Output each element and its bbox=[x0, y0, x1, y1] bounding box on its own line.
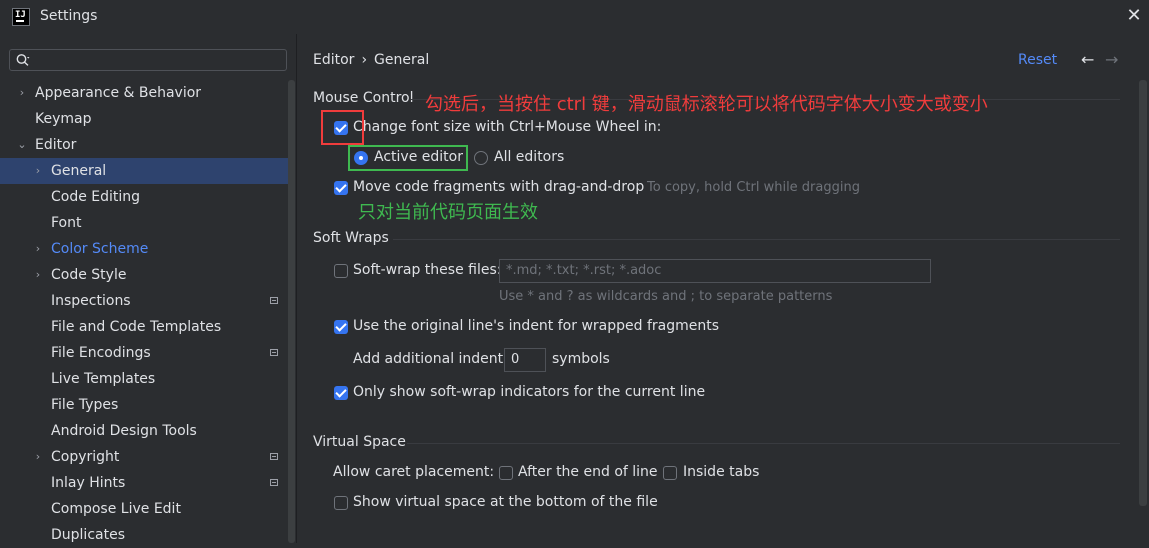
soft-wrap-files-checkbox[interactable] bbox=[334, 264, 348, 278]
sidebar-item-code-style[interactable]: › Code Style bbox=[0, 262, 288, 288]
breadcrumb-item-editor[interactable]: Editor bbox=[313, 52, 354, 68]
sidebar-item-live-templates[interactable]: Live Templates bbox=[0, 366, 288, 392]
project-level-icon bbox=[270, 453, 278, 460]
sidebar-item-copyright[interactable]: › Copyright bbox=[0, 444, 288, 470]
sidebar-item-keymap[interactable]: Keymap bbox=[0, 106, 288, 132]
inside-tabs-checkbox[interactable] bbox=[663, 466, 677, 480]
move-fragments-label[interactable]: Move code fragments with drag-and-drop bbox=[353, 179, 644, 195]
show-virtual-space-checkbox[interactable] bbox=[334, 496, 348, 510]
use-original-indent-checkbox[interactable] bbox=[334, 320, 348, 334]
sidebar-item-label: File Types bbox=[51, 397, 119, 413]
sidebar: › Appearance & Behavior Keymap ⌄ Editor … bbox=[0, 34, 297, 543]
sidebar-item-font[interactable]: Font bbox=[0, 210, 288, 236]
all-editors-label[interactable]: All editors bbox=[494, 149, 564, 165]
sidebar-item-label: Live Templates bbox=[51, 371, 156, 387]
sidebar-item-code-editing[interactable]: Code Editing bbox=[0, 184, 288, 210]
only-show-indicators-label[interactable]: Only show soft-wrap indicators for the c… bbox=[353, 384, 705, 400]
sidebar-item-file-encodings[interactable]: File Encodings bbox=[0, 340, 288, 366]
sidebar-item-editor[interactable]: ⌄ Editor bbox=[0, 132, 288, 158]
annotation-red-note: 勾选后，当按住 ctrl 键，滑动鼠标滚轮可以将代码字体大小变大或变小 bbox=[425, 94, 988, 115]
sidebar-item-label: Compose Live Edit bbox=[51, 501, 181, 517]
sidebar-item-label: Duplicates bbox=[51, 527, 125, 543]
sidebar-item-file-types[interactable]: File Types bbox=[0, 392, 288, 418]
window-title: Settings bbox=[40, 8, 98, 24]
sidebar-item-label: Android Design Tools bbox=[51, 423, 197, 439]
sidebar-item-compose-live-edit[interactable]: Compose Live Edit bbox=[0, 496, 288, 522]
sidebar-item-label: Code Editing bbox=[51, 189, 141, 205]
section-title-virtual-space: Virtual Space bbox=[313, 434, 406, 450]
annotation-green-note: 只对当前代码页面生效 bbox=[358, 202, 538, 223]
project-level-icon bbox=[270, 349, 278, 356]
breadcrumb-separator: › bbox=[361, 52, 368, 68]
change-font-size-label[interactable]: Change font size with Ctrl+Mouse Wheel i… bbox=[353, 119, 661, 135]
use-original-indent-label[interactable]: Use the original line's indent for wrapp… bbox=[353, 318, 719, 334]
add-indent-label: Add additional indent: bbox=[353, 351, 508, 367]
close-icon[interactable]: ✕ bbox=[1124, 6, 1144, 26]
sidebar-item-color-scheme[interactable]: › Color Scheme bbox=[0, 236, 288, 262]
chevron-right-icon[interactable]: › bbox=[32, 262, 44, 288]
reset-link[interactable]: Reset bbox=[1018, 52, 1057, 68]
sidebar-item-label: Keymap bbox=[35, 111, 92, 127]
sidebar-item-label: File and Code Templates bbox=[51, 319, 222, 335]
soft-wrap-files-placeholder: *.md; *.txt; *.rst; *.adoc bbox=[506, 263, 662, 278]
section-title-mouse-control: Mouse Control bbox=[313, 90, 414, 106]
soft-wrap-files-label[interactable]: Soft-wrap these files: bbox=[353, 262, 501, 278]
wildcard-hint: Use * and ? as wildcards and ; to separa… bbox=[499, 289, 833, 304]
move-fragments-hint: To copy, hold Ctrl while dragging bbox=[647, 180, 860, 195]
after-end-of-line-label[interactable]: After the end of line bbox=[518, 464, 658, 480]
caret-placement-label: Allow caret placement: bbox=[333, 464, 495, 480]
project-level-icon bbox=[270, 479, 278, 486]
sidebar-item-label: Copyright bbox=[51, 449, 120, 465]
sidebar-scrollbar[interactable] bbox=[288, 80, 295, 543]
only-show-indicators-checkbox[interactable] bbox=[334, 386, 348, 400]
sidebar-item-appearance-behavior[interactable]: › Appearance & Behavior bbox=[0, 80, 288, 106]
sidebar-item-label: File Encodings bbox=[51, 345, 151, 361]
title-bar: IJ Settings ✕ bbox=[0, 0, 1149, 34]
inside-tabs-label[interactable]: Inside tabs bbox=[683, 464, 759, 480]
breadcrumb: Editor › General bbox=[313, 52, 429, 68]
sidebar-item-label: Inspections bbox=[51, 293, 131, 309]
sidebar-item-inlay-hints[interactable]: Inlay Hints bbox=[0, 470, 288, 496]
sidebar-item-android-design-tools[interactable]: Android Design Tools bbox=[0, 418, 288, 444]
sidebar-item-label: Editor bbox=[35, 137, 77, 153]
chevron-down-icon[interactable]: ⌄ bbox=[16, 132, 28, 158]
chevron-right-icon[interactable]: › bbox=[32, 158, 44, 184]
sidebar-item-label: Inlay Hints bbox=[51, 475, 126, 491]
search-icon bbox=[16, 54, 30, 66]
sidebar-item-label: Font bbox=[51, 215, 82, 231]
section-divider bbox=[393, 239, 1120, 240]
annotation-red-box bbox=[321, 110, 364, 145]
search-input[interactable] bbox=[9, 49, 287, 71]
chevron-right-icon[interactable]: › bbox=[32, 236, 44, 262]
sidebar-item-label: General bbox=[51, 163, 107, 179]
sidebar-item-duplicates[interactable]: Duplicates bbox=[0, 522, 288, 548]
show-virtual-space-label[interactable]: Show virtual space at the bottom of the … bbox=[353, 494, 658, 510]
soft-wrap-files-input[interactable]: *.md; *.txt; *.rst; *.adoc bbox=[499, 259, 931, 283]
forward-arrow-icon[interactable]: → bbox=[1105, 50, 1118, 69]
project-level-icon bbox=[270, 297, 278, 304]
main-panel: Editor › General Reset ← → Mouse Control C… bbox=[297, 34, 1149, 543]
back-arrow-icon[interactable]: ← bbox=[1081, 50, 1094, 69]
breadcrumb-item-general: General bbox=[374, 52, 430, 68]
after-end-of-line-checkbox[interactable] bbox=[499, 466, 513, 480]
main-scrollbar[interactable] bbox=[1139, 80, 1147, 506]
annotation-green-box bbox=[348, 145, 468, 171]
chevron-right-icon[interactable]: › bbox=[16, 80, 28, 106]
sidebar-item-label: Color Scheme bbox=[51, 241, 149, 257]
sidebar-item-label: Code Style bbox=[51, 267, 127, 283]
all-editors-radio[interactable] bbox=[474, 151, 488, 165]
sidebar-item-inspections[interactable]: Inspections bbox=[0, 288, 288, 314]
chevron-right-icon[interactable]: › bbox=[32, 444, 44, 470]
section-title-soft-wraps: Soft Wraps bbox=[313, 230, 389, 246]
move-fragments-checkbox[interactable] bbox=[334, 181, 348, 195]
sidebar-item-label: Appearance & Behavior bbox=[35, 85, 202, 101]
section-divider bbox=[407, 443, 1120, 444]
add-indent-input[interactable]: 0 bbox=[504, 348, 546, 372]
sidebar-item-general[interactable]: › General bbox=[0, 158, 288, 184]
sidebar-item-file-and-code-templates[interactable]: File and Code Templates bbox=[0, 314, 288, 340]
symbols-label: symbols bbox=[552, 351, 610, 367]
app-logo-icon: IJ bbox=[12, 8, 30, 26]
